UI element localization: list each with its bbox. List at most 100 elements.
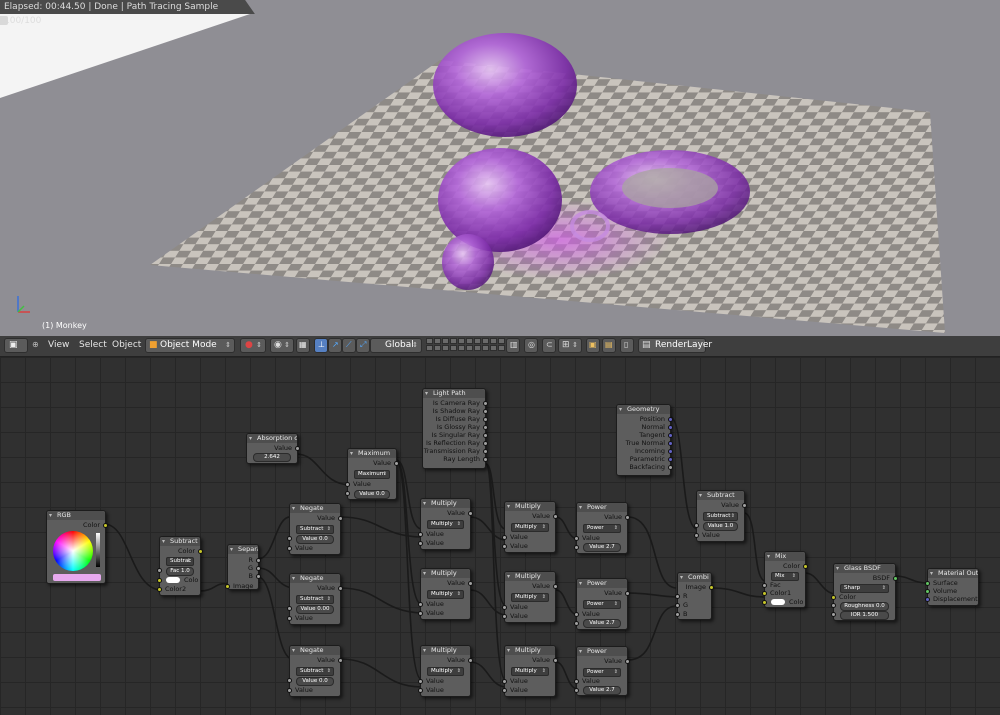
input-socket[interactable] <box>287 678 292 683</box>
value-field[interactable]: Value 1.0 <box>703 522 738 531</box>
output-socket[interactable] <box>468 511 473 516</box>
input-socket[interactable] <box>675 603 680 608</box>
input-socket[interactable] <box>502 614 507 619</box>
value-field[interactable]: Value 0.0 <box>296 677 334 686</box>
input-socket[interactable] <box>502 605 507 610</box>
input-socket[interactable] <box>287 536 292 541</box>
output-socket[interactable] <box>483 457 488 462</box>
math-mode-select[interactable]: Subtract <box>296 595 334 604</box>
output-socket[interactable] <box>553 584 558 589</box>
node-power-3[interactable]: Power Value Power Value Value 2.7 <box>574 646 630 696</box>
input-socket[interactable] <box>225 584 230 589</box>
math-mode-select[interactable]: Subtract <box>296 525 334 534</box>
render-anim-button[interactable]: ▤ <box>602 338 616 353</box>
input-socket[interactable] <box>675 594 680 599</box>
node-multiply-6[interactable]: Multiply Value Multiply Value Value <box>502 645 558 697</box>
input-socket[interactable] <box>762 583 767 588</box>
value-field[interactable]: Value 2.7 <box>583 686 621 695</box>
area-split-widget[interactable] <box>0 16 8 25</box>
input-socket[interactable] <box>574 536 579 541</box>
output-socket[interactable] <box>668 433 673 438</box>
input-socket[interactable] <box>157 568 162 573</box>
value-field[interactable]: Value 0.0 <box>354 490 390 499</box>
node-multiply-2[interactable]: Multiply Value Multiply Value Value <box>418 568 473 620</box>
input-socket[interactable] <box>287 616 292 621</box>
input-socket[interactable] <box>925 597 930 602</box>
input-socket[interactable] <box>418 541 423 546</box>
snap-element-select[interactable]: ⊞ ⇕ <box>558 338 582 353</box>
input-socket[interactable] <box>287 546 292 551</box>
input-socket[interactable] <box>418 532 423 537</box>
node-editor[interactable]: RGB Color Subtract Color Subtrac Fac 1.0… <box>0 357 1000 715</box>
color-swatch[interactable] <box>53 574 101 581</box>
node-multiply-4[interactable]: Multiply Value Multiply Value Value <box>502 501 558 553</box>
input-socket[interactable] <box>762 600 767 605</box>
output-socket[interactable] <box>483 449 488 454</box>
math-mode-select[interactable]: Multiply <box>511 667 549 676</box>
blend-mode-select[interactable]: Mix <box>771 572 799 581</box>
input-socket[interactable] <box>502 535 507 540</box>
output-socket[interactable] <box>668 425 673 430</box>
input-socket[interactable] <box>418 688 423 693</box>
output-socket[interactable] <box>668 457 673 462</box>
input-socket[interactable] <box>287 688 292 693</box>
output-socket[interactable] <box>468 658 473 663</box>
output-socket[interactable] <box>483 401 488 406</box>
lock-layers-button[interactable]: ▥ <box>506 338 520 353</box>
math-mode-select[interactable]: Multiply <box>427 520 464 529</box>
input-socket[interactable] <box>574 688 579 693</box>
3d-viewport[interactable]: Elapsed: 00:44.50 | Done | Path Tracing … <box>0 0 1000 336</box>
proportional-edit-button[interactable]: ◎ <box>524 338 538 353</box>
snap-toggle[interactable]: ⊂ <box>542 338 556 353</box>
node-power-2[interactable]: Power Value Power Value Value 2.7 <box>574 578 630 630</box>
node-rgb[interactable]: RGB Color <box>46 510 108 584</box>
node-glass-bsdf[interactable]: Glass BSDF BSDF Sharp Color Roughness 0.… <box>831 563 898 621</box>
node-maximum[interactable]: Maximum Value Maximum Value Value 0.0 <box>345 448 399 500</box>
math-mode-select[interactable]: Maximum <box>354 470 390 479</box>
output-socket[interactable] <box>103 523 108 528</box>
node-combine-rgb[interactable]: Combi Image R G B <box>675 572 714 620</box>
input-socket[interactable] <box>925 589 930 594</box>
output-socket[interactable] <box>483 409 488 414</box>
input-socket[interactable] <box>831 603 836 608</box>
input-socket[interactable] <box>287 606 292 611</box>
output-socket[interactable] <box>338 586 343 591</box>
input-socket[interactable] <box>574 679 579 684</box>
math-mode-select[interactable]: Power <box>583 668 621 677</box>
ior-field[interactable]: IOR 1.500 <box>840 611 889 620</box>
node-negate-3[interactable]: Negate Value Subtract Value 0.0 Value <box>287 645 343 697</box>
input-socket[interactable] <box>345 482 350 487</box>
node-multiply-5[interactable]: Multiply Value Multiply Value Value <box>502 571 558 623</box>
output-socket[interactable] <box>483 433 488 438</box>
pivot-select[interactable]: ◉ ⇕ <box>270 338 294 353</box>
node-light-path[interactable]: Light Path Is Camera Ray Is Shadow Ray I… <box>422 388 488 469</box>
output-socket[interactable] <box>468 581 473 586</box>
input-socket[interactable] <box>418 602 423 607</box>
value-field[interactable]: Value 2.7 <box>583 543 621 552</box>
render-layer-select[interactable]: ▤ RenderLayer <box>638 338 712 353</box>
input-socket[interactable] <box>694 523 699 528</box>
output-socket[interactable] <box>668 417 673 422</box>
mode-select[interactable]: ■ Object Mode ⇕ <box>145 338 235 353</box>
limit-selection-button[interactable]: ▦ <box>296 338 310 353</box>
node-mix[interactable]: Mix Color Mix Fac Color1 Colo <box>762 551 808 608</box>
output-socket[interactable] <box>394 461 399 466</box>
input-socket[interactable] <box>502 679 507 684</box>
math-mode-select[interactable]: Power <box>583 600 621 609</box>
value-slider[interactable] <box>96 533 100 567</box>
editor-type-button[interactable]: ▣ <box>4 338 28 353</box>
node-absorption-value[interactable]: Absorption c Value 2.642 <box>246 433 300 464</box>
input-socket[interactable] <box>157 587 162 592</box>
output-socket[interactable] <box>625 591 630 596</box>
output-socket[interactable] <box>803 564 808 569</box>
layer-buttons-1[interactable] <box>426 338 465 353</box>
input-socket[interactable] <box>675 612 680 617</box>
output-socket[interactable] <box>256 558 261 563</box>
input-socket[interactable] <box>418 679 423 684</box>
roughness-field[interactable]: Roughness 0.0 <box>840 602 889 611</box>
blend-mode-select[interactable]: Subtrac <box>166 557 194 566</box>
output-socket[interactable] <box>483 441 488 446</box>
output-socket[interactable] <box>893 576 898 581</box>
menu-view[interactable]: View <box>48 340 69 355</box>
output-socket[interactable] <box>483 425 488 430</box>
